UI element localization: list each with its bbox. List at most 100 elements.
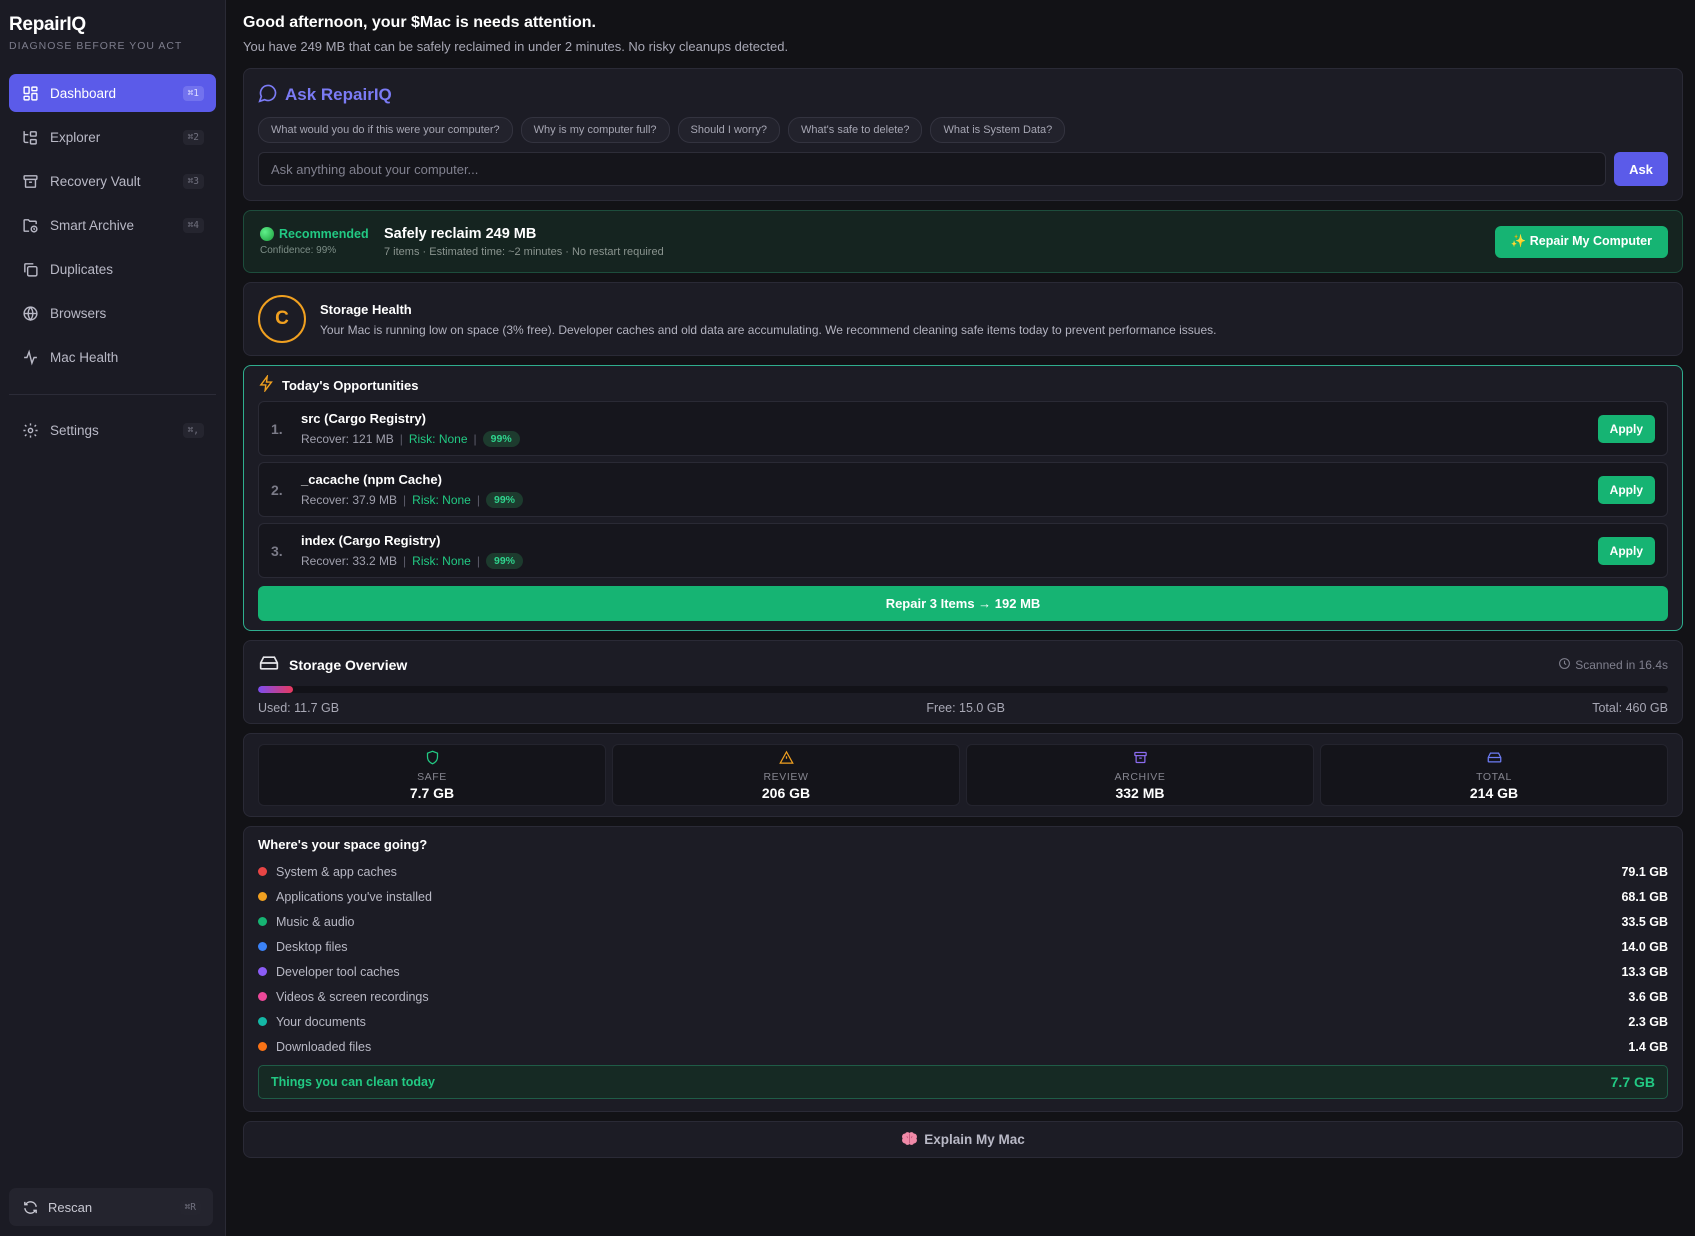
sidebar-item-mac-health[interactable]: Mac Health (9, 338, 216, 376)
sidebar-item-duplicates[interactable]: Duplicates (9, 250, 216, 288)
explain-my-mac-button[interactable]: Explain My Mac (243, 1121, 1683, 1158)
opportunity-name: _cacache (npm Cache) (301, 471, 442, 487)
confidence-pill: 99% (485, 552, 523, 569)
separator: | (476, 553, 480, 568)
suggestion-chip[interactable]: What would you do if this were your comp… (258, 117, 513, 143)
used-text: Used: 11.7 GB (258, 701, 340, 715)
ask-panel: Ask RepairIQ What would you do if this w… (243, 68, 1683, 201)
category-dot (258, 967, 267, 976)
breakdown-row[interactable]: Your documents 2.3 GB (258, 1009, 1668, 1034)
sidebar-item-dashboard[interactable]: Dashboard ⌘1 (9, 74, 216, 112)
copy-icon (21, 260, 39, 278)
health-grade: C (258, 295, 306, 343)
tile-value: 332 MB (1115, 784, 1165, 801)
ask-title: Ask RepairIQ (285, 84, 392, 104)
opportunity-row: 1. src (Cargo Registry) Recover: 121 MB … (258, 401, 1668, 456)
suggestion-chip[interactable]: Should I worry? (677, 117, 780, 143)
scan-time: Scanned in 16.4s (1558, 657, 1668, 673)
breakdown-row[interactable]: Music & audio 33.5 GB (258, 909, 1668, 934)
separator: | (399, 431, 403, 446)
sidebar-item-label: Recovery Vault (50, 173, 141, 189)
free-text: Free: 15.0 GB (926, 701, 1005, 715)
shortcut-badge: ⌘, (182, 422, 204, 438)
category-dot (258, 1017, 267, 1026)
recommended-banner: Recommended Confidence: 99% Safely recla… (243, 210, 1683, 273)
health-info: Storage Health Your Mac is running low o… (320, 302, 1216, 337)
drive-icon (1487, 750, 1502, 768)
confidence-pill: 99% (485, 491, 523, 508)
storage-usage-fill (258, 686, 294, 693)
breakdown-row[interactable]: Applications you've installed 68.1 GB (258, 884, 1668, 909)
clock-icon (1558, 657, 1571, 673)
shortcut-badge: ⌘3 (182, 173, 204, 189)
sidebar-item-browsers[interactable]: Browsers (9, 294, 216, 332)
suggestion-chip[interactable]: Why is my computer full? (520, 117, 670, 143)
risk-level: Risk: None (412, 492, 471, 507)
opportunity-meta: Recover: 121 MB | Risk: None | 99% (301, 430, 1598, 447)
tile-value: 7.7 GB (409, 784, 455, 801)
repair-my-computer-button[interactable]: ✨ Repair My Computer (1494, 225, 1668, 258)
shortcut-badge: ⌘R (179, 1199, 201, 1215)
category-dot (258, 942, 267, 951)
opportunity-name: src (Cargo Registry) (301, 410, 426, 426)
ask-input[interactable] (258, 152, 1606, 186)
recommended-subtitle: 7 items · Estimated time: ~2 minutes · N… (384, 245, 664, 258)
clean-today-row[interactable]: Things you can clean today 7.7 GB (258, 1065, 1668, 1099)
sidebar-item-explorer[interactable]: Explorer ⌘2 (9, 118, 216, 156)
green-circle-icon (260, 227, 274, 241)
rescan-button[interactable]: Rescan ⌘R (9, 1188, 213, 1226)
ask-button[interactable]: Ask (1614, 152, 1668, 186)
shortcut-badge: ⌘4 (182, 217, 204, 233)
apply-button[interactable]: Apply (1597, 414, 1655, 443)
warning-icon (778, 750, 794, 768)
sidebar-item-recovery-vault[interactable]: Recovery Vault ⌘3 (9, 162, 216, 200)
breakdown-row[interactable]: System & app caches 79.1 GB (258, 859, 1668, 884)
tile-review[interactable]: REVIEW 206 GB (612, 744, 960, 806)
category-size: 13.3 GB (1621, 964, 1668, 979)
recommended-status: Recommended Confidence: 99% (260, 227, 384, 256)
confidence-pill: 99% (482, 430, 520, 447)
recover-size: Recover: 121 MB (301, 431, 394, 446)
repair-all-button[interactable]: Repair 3 Items → 192 MB (258, 586, 1668, 621)
main-content: Good afternoon, your $Mac is needs atten… (226, 0, 1695, 1236)
sidebar: RepairIQ DIAGNOSE BEFORE YOU ACT Dashboa… (0, 0, 226, 1236)
tile-label: REVIEW (763, 770, 809, 783)
opportunity-name: index (Cargo Registry) (301, 532, 441, 548)
sidebar-item-label: Dashboard (50, 85, 117, 101)
opportunities-panel: Today's Opportunities 1. src (Cargo Regi… (243, 365, 1683, 631)
separator: | (476, 492, 480, 507)
opportunity-number: 3. (271, 542, 283, 559)
breakdown-row[interactable]: Desktop files 14.0 GB (258, 934, 1668, 959)
recommended-title: Safely reclaim 249 MB (384, 225, 537, 242)
clean-today-value: 7.7 GB (1610, 1074, 1655, 1090)
rescan-label: Rescan (48, 1199, 93, 1215)
suggestion-chip[interactable]: What is System Data? (930, 117, 1066, 143)
suggestion-chip[interactable]: What's safe to delete? (787, 117, 923, 143)
breakdown-row[interactable]: Videos & screen recordings 3.6 GB (258, 984, 1668, 1009)
category-name: Music & audio (276, 914, 355, 929)
separator: | (403, 492, 407, 507)
breakdown-row[interactable]: Developer tool caches 13.3 GB (258, 959, 1668, 984)
sidebar-nav: Dashboard ⌘1 Explorer ⌘2 Recovery Vault … (9, 74, 216, 376)
sidebar-item-label: Explorer (50, 129, 101, 145)
storage-stats: Used: 11.7 GB Free: 15.0 GB Total: 460 G… (258, 701, 1668, 715)
tile-safe[interactable]: SAFE 7.7 GB (258, 744, 606, 806)
sidebar-item-settings[interactable]: Settings ⌘, (9, 411, 216, 449)
opportunity-number: 1. (271, 420, 283, 437)
recommended-info: Safely reclaim 249 MB 7 items · Estimate… (384, 226, 1495, 258)
opportunity-meta: Recover: 33.2 MB | Risk: None | 99% (301, 552, 1598, 569)
category-dot (258, 1042, 267, 1051)
opportunity-meta: Recover: 37.9 MB | Risk: None | 99% (301, 491, 1598, 508)
tile-total[interactable]: TOTAL 214 GB (1320, 744, 1668, 806)
health-description: Your Mac is running low on space (3% fre… (320, 322, 1217, 337)
sidebar-item-label: Smart Archive (50, 217, 135, 233)
apply-button[interactable]: Apply (1597, 475, 1655, 504)
sidebar-item-smart-archive[interactable]: Smart Archive ⌘4 (9, 206, 216, 244)
total-text: Total: 460 GB (1592, 701, 1668, 715)
shield-icon (425, 750, 440, 768)
storage-overview-card: Storage Overview Scanned in 16.4s Used: … (243, 640, 1683, 724)
sidebar-item-label: Mac Health (50, 349, 119, 365)
breakdown-row[interactable]: Downloaded files 1.4 GB (258, 1034, 1668, 1059)
tile-archive[interactable]: ARCHIVE 332 MB (966, 744, 1314, 806)
apply-button[interactable]: Apply (1597, 536, 1655, 565)
